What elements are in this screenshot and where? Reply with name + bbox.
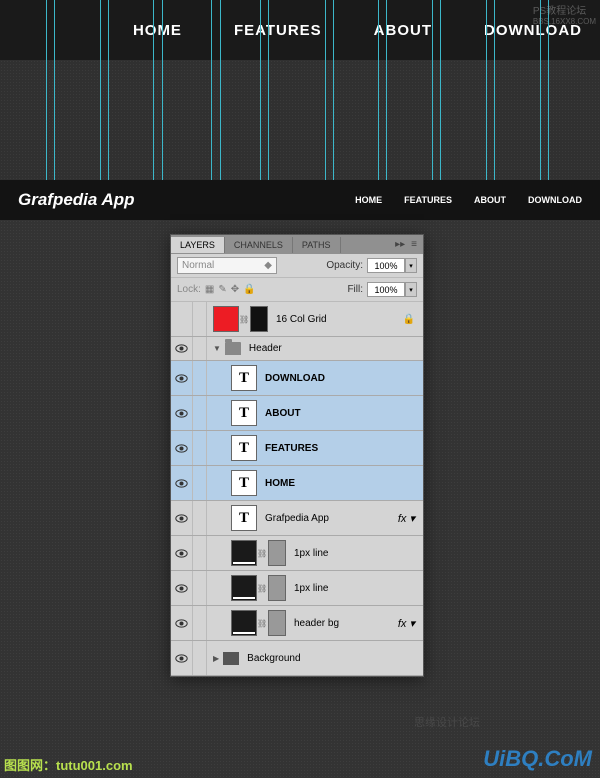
layer-row[interactable]: ▼ Header xyxy=(171,337,423,361)
text-layer-icon: T xyxy=(231,435,257,461)
tab-layers[interactable]: LAYERS xyxy=(171,237,225,253)
watermark-mid: 思缘设计论坛 xyxy=(414,714,480,730)
layer-row[interactable]: T FEATURES xyxy=(171,431,423,466)
layer-row[interactable]: ▶ Background xyxy=(171,641,423,676)
nav-features[interactable]: FEATURES xyxy=(234,22,322,39)
folder-icon xyxy=(223,652,239,665)
link-icon: ⛓ xyxy=(257,584,265,593)
visibility-toggle[interactable] xyxy=(171,337,193,360)
fill-input[interactable]: 100% xyxy=(367,282,405,297)
panel-tabs: LAYERS CHANNELS PATHS ▸▸ ≡ xyxy=(171,235,423,254)
lock-transparency-icon[interactable]: ▦ xyxy=(205,284,214,295)
layer-name[interactable]: 1px line xyxy=(294,583,328,594)
mask-thumb xyxy=(250,306,268,332)
hero-area xyxy=(0,60,600,180)
layer-thumb xyxy=(231,540,257,566)
tab-channels[interactable]: CHANNELS xyxy=(225,237,293,253)
lock-label: Lock: xyxy=(177,284,201,295)
watermark-bottom-right: UiBQ.CoM xyxy=(483,746,592,772)
layer-name[interactable]: HOME xyxy=(265,478,295,489)
visibility-toggle[interactable] xyxy=(171,501,193,535)
visibility-toggle[interactable] xyxy=(171,536,193,570)
mask-thumb xyxy=(268,610,286,636)
opacity-dropdown-icon[interactable]: ▾ xyxy=(405,258,417,273)
opacity-label: Opacity: xyxy=(326,260,363,271)
text-layer-icon: T xyxy=(231,505,257,531)
layer-name[interactable]: DOWNLOAD xyxy=(265,373,325,384)
fx-indicator[interactable]: fx ▾ xyxy=(398,617,415,630)
layer-row[interactable]: ⛓ 16 Col Grid 🔒 xyxy=(171,302,423,337)
brand-title: Grafpedia App xyxy=(18,190,135,210)
sub-nav: HOME FEATURES ABOUT DOWNLOAD xyxy=(355,195,582,205)
visibility-toggle[interactable] xyxy=(171,606,193,640)
lock-all-icon[interactable]: 🔒 xyxy=(243,284,255,295)
layer-name[interactable]: Grafpedia App xyxy=(265,513,329,524)
tab-paths[interactable]: PATHS xyxy=(293,237,341,253)
layer-row[interactable]: T Grafpedia App fx ▾ xyxy=(171,501,423,536)
panel-collapse-icon[interactable]: ▸▸ xyxy=(395,239,405,250)
fill-label: Fill: xyxy=(347,284,363,295)
main-header: HOMEFEATURESABOUTDOWNLOAD xyxy=(0,0,600,60)
layers-panel: LAYERS CHANNELS PATHS ▸▸ ≡ Normal◆ Opaci… xyxy=(170,234,424,677)
lock-position-icon[interactable]: ✥ xyxy=(231,284,239,295)
layer-row[interactable]: T DOWNLOAD xyxy=(171,361,423,396)
link-icon: ⛓ xyxy=(257,549,265,558)
folder-icon xyxy=(225,342,241,355)
layer-row[interactable]: T ABOUT xyxy=(171,396,423,431)
mask-thumb xyxy=(268,540,286,566)
layer-thumb xyxy=(231,575,257,601)
visibility-toggle[interactable] xyxy=(171,431,193,465)
blend-row: Normal◆ Opacity: 100% ▾ xyxy=(171,254,423,278)
visibility-toggle[interactable] xyxy=(171,641,193,675)
layer-name[interactable]: FEATURES xyxy=(265,443,318,454)
text-layer-icon: T xyxy=(231,470,257,496)
opacity-input[interactable]: 100% xyxy=(367,258,405,273)
nav-about[interactable]: ABOUT xyxy=(374,22,432,39)
blend-mode-select[interactable]: Normal◆ xyxy=(177,257,277,274)
subnav-about[interactable]: ABOUT xyxy=(474,195,506,205)
layer-thumb xyxy=(231,610,257,636)
link-icon: ⛓ xyxy=(239,315,247,324)
link-icon: ⛓ xyxy=(257,619,265,628)
layer-row[interactable]: ⛓ 1px line xyxy=(171,571,423,606)
layer-row[interactable]: ⛓ 1px line xyxy=(171,536,423,571)
mask-thumb xyxy=(268,575,286,601)
lock-icon[interactable]: 🔒 xyxy=(403,314,415,325)
layer-thumb xyxy=(213,306,239,332)
layer-name[interactable]: 1px line xyxy=(294,548,328,559)
fill-dropdown-icon[interactable]: ▾ xyxy=(405,282,417,297)
canvas-area: LAYERS CHANNELS PATHS ▸▸ ≡ Normal◆ Opaci… xyxy=(0,220,600,778)
lock-row: Lock: ▦ ✎ ✥ 🔒 Fill: 100% ▾ xyxy=(171,278,423,302)
lock-paint-icon[interactable]: ✎ xyxy=(218,284,226,295)
layer-row[interactable]: ⛓ header bg fx ▾ xyxy=(171,606,423,641)
panel-menu-icon[interactable]: ≡ xyxy=(411,239,417,250)
layer-name[interactable]: ABOUT xyxy=(265,408,301,419)
visibility-toggle[interactable] xyxy=(171,571,193,605)
layer-name[interactable]: Background xyxy=(247,653,300,664)
visibility-toggle[interactable] xyxy=(171,361,193,395)
expand-icon[interactable]: ▶ xyxy=(213,654,219,663)
subnav-home[interactable]: HOME xyxy=(355,195,382,205)
main-nav: HOMEFEATURESABOUTDOWNLOAD xyxy=(133,22,582,39)
layer-name[interactable]: header bg xyxy=(294,618,339,629)
layer-name[interactable]: 16 Col Grid xyxy=(276,314,327,325)
layers-list: ⛓ 16 Col Grid 🔒 ▼ Header T DOWNLOAD T ABOUT T FEAT… xyxy=(171,302,423,676)
layer-name[interactable]: Header xyxy=(249,343,282,354)
visibility-toggle[interactable] xyxy=(171,466,193,500)
subnav-download[interactable]: DOWNLOAD xyxy=(528,195,582,205)
lock-icons: ▦ ✎ ✥ 🔒 xyxy=(205,284,256,295)
watermark-top: PS教程论坛 BBS.16XX8.COM xyxy=(533,2,596,26)
text-layer-icon: T xyxy=(231,365,257,391)
visibility-toggle[interactable] xyxy=(171,396,193,430)
fx-indicator[interactable]: fx ▾ xyxy=(398,512,415,525)
watermark-bottom-left: 图图网：tutu001.com xyxy=(4,755,133,774)
visibility-toggle[interactable] xyxy=(171,302,193,336)
text-layer-icon: T xyxy=(231,400,257,426)
subnav-features[interactable]: FEATURES xyxy=(404,195,452,205)
sub-header: Grafpedia App HOME FEATURES ABOUT DOWNLOAD xyxy=(0,180,600,220)
expand-icon[interactable]: ▼ xyxy=(213,344,221,353)
nav-home[interactable]: HOME xyxy=(133,22,182,39)
layer-row[interactable]: T HOME xyxy=(171,466,423,501)
